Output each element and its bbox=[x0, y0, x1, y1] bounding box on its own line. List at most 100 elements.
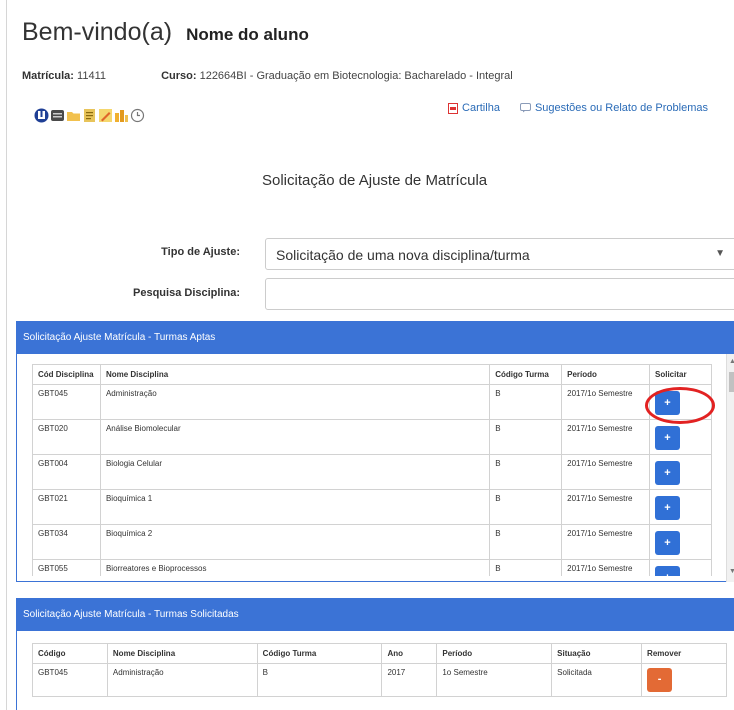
add-turma-button[interactable]: + bbox=[655, 566, 681, 576]
add-turma-button[interactable]: + bbox=[655, 531, 681, 555]
col-solicitar: Solicitar bbox=[649, 364, 712, 385]
col-periodo: Período bbox=[436, 643, 553, 664]
cell-codigo: GBT045 bbox=[32, 663, 108, 697]
highlight-annotation bbox=[645, 387, 715, 424]
table-row: GBT020 Análise Biomolecular B 2017/1o Semes… bbox=[32, 419, 712, 455]
cell-nome: Análise Biomolecular bbox=[99, 419, 491, 455]
student-info: Matrícula: 11411 Curso: 122664BI - Gradu… bbox=[22, 70, 513, 82]
page-title: Solicitação de Ajuste de Matrícula bbox=[262, 172, 488, 189]
sugestoes-link[interactable]: Sugestões ou Relato de Problemas bbox=[519, 102, 708, 114]
cell-solicitar: + bbox=[649, 559, 712, 576]
tipo-ajuste-label: Tipo de Ajuste: bbox=[161, 246, 240, 258]
col-cod: Cód Disciplina bbox=[32, 364, 101, 385]
cell-cod: GBT055 bbox=[32, 559, 101, 576]
remove-turma-button[interactable]: - bbox=[647, 668, 673, 692]
table-row: GBT021 Bioquímica 1 B 2017/1o Semestre + bbox=[32, 489, 712, 525]
curso-label: Curso: bbox=[161, 70, 197, 82]
cell-turma: B bbox=[489, 384, 563, 420]
clock-icon[interactable] bbox=[130, 108, 145, 123]
cell-nome: Administração bbox=[99, 384, 491, 420]
scroll-down-icon[interactable]: ▼ bbox=[729, 568, 734, 575]
cell-solicitar: + bbox=[649, 524, 712, 560]
turmas-solicitadas-panel: Solicitação Ajuste Matrícula - Turmas So… bbox=[16, 598, 734, 710]
document-icon[interactable] bbox=[82, 108, 97, 123]
cell-nome: Bioquímica 1 bbox=[99, 489, 491, 525]
left-border bbox=[6, 0, 7, 710]
col-turma: Código Turma bbox=[489, 364, 563, 385]
cell-cod: GBT021 bbox=[32, 489, 101, 525]
mail-icon[interactable] bbox=[50, 108, 65, 123]
cell-turma: B bbox=[489, 559, 563, 576]
turmas-aptas-table: Cód Disciplina Nome Disciplina Código Tu… bbox=[32, 364, 712, 576]
col-ano: Ano bbox=[381, 643, 438, 664]
col-turma: Código Turma bbox=[256, 643, 383, 664]
col-nome: Nome Disciplina bbox=[99, 364, 491, 385]
add-turma-button[interactable]: + bbox=[655, 426, 681, 450]
chevron-down-icon: ▼ bbox=[715, 248, 725, 259]
page-header: Bem-vindo(a) Nome do aluno bbox=[22, 18, 309, 47]
col-situacao: Situação bbox=[551, 643, 643, 664]
cell-periodo: 2017/1o Semestre bbox=[561, 559, 651, 576]
student-name: Nome do aluno bbox=[186, 25, 309, 44]
turmas-aptas-panel: Solicitação Ajuste Matrícula - Turmas Ap… bbox=[16, 321, 734, 582]
col-codigo: Código bbox=[32, 643, 108, 664]
cell-periodo: 2017/1o Semestre bbox=[561, 419, 651, 455]
add-turma-button[interactable]: + bbox=[655, 496, 681, 520]
cell-nome: Biorreatores e Bioprocessos bbox=[99, 559, 491, 576]
cell-periodo: 2017/1o Semestre bbox=[561, 384, 651, 420]
turmas-solicitadas-table-wrap: Código Nome Disciplina Código Turma Ano … bbox=[32, 643, 727, 697]
cell-turma: B bbox=[489, 419, 563, 455]
curso-value: 122664BI - Graduação em Biotecnologia: B… bbox=[199, 70, 513, 82]
cartilha-label: Cartilha bbox=[462, 102, 500, 114]
cell-solicitar: + bbox=[649, 419, 712, 455]
toolbar-icons bbox=[34, 108, 146, 123]
cell-turma: B bbox=[489, 489, 563, 525]
add-turma-button[interactable]: + bbox=[655, 461, 681, 485]
cell-periodo: 1o Semestre bbox=[436, 663, 553, 697]
cell-nome: Administração bbox=[106, 663, 258, 697]
scroll-thumb[interactable] bbox=[729, 372, 734, 392]
cell-situacao: Solicitada bbox=[551, 663, 643, 697]
cell-turma: B bbox=[489, 454, 563, 490]
scroll-up-icon[interactable]: ▲ bbox=[729, 358, 734, 365]
pesquisa-disciplina-input[interactable] bbox=[265, 278, 734, 310]
cell-cod: GBT004 bbox=[32, 454, 101, 490]
matricula-value: 11411 bbox=[77, 70, 106, 82]
top-links: Cartilha Sugestões ou Relato de Problema… bbox=[448, 102, 708, 114]
sugestoes-label: Sugestões ou Relato de Problemas bbox=[534, 102, 708, 114]
col-nome: Nome Disciplina bbox=[106, 643, 258, 664]
cell-nome: Bioquímica 2 bbox=[99, 524, 491, 560]
cell-solicitar: + bbox=[649, 489, 712, 525]
folder-icon[interactable] bbox=[66, 108, 81, 123]
cartilha-link[interactable]: Cartilha bbox=[448, 102, 500, 114]
pdf-icon bbox=[448, 102, 459, 114]
cell-periodo: 2017/1o Semestre bbox=[561, 454, 651, 490]
cell-periodo: 2017/1o Semestre bbox=[561, 489, 651, 525]
pencil-icon[interactable] bbox=[98, 108, 113, 123]
tipo-ajuste-select[interactable]: Solicitação de uma nova disciplina/turma… bbox=[265, 238, 734, 270]
table-row: GBT045 Administração B 2017 1o Semestre Solic… bbox=[32, 663, 727, 697]
cell-cod: GBT020 bbox=[32, 419, 101, 455]
col-periodo: Período bbox=[561, 364, 651, 385]
cell-turma: B bbox=[256, 663, 383, 697]
pesquisa-disciplina-label: Pesquisa Disciplina: bbox=[133, 287, 240, 299]
tipo-ajuste-value: Solicitação de uma nova disciplina/turma bbox=[276, 247, 530, 263]
aptas-scrollbar[interactable]: ▲ ▼ bbox=[726, 354, 734, 582]
turmas-aptas-table-wrap[interactable]: Cód Disciplina Nome Disciplina Código Tu… bbox=[32, 364, 712, 576]
table-row: GBT055 Biorreatores e Bioprocessos B 2017/1… bbox=[32, 559, 712, 576]
cell-nome: Biologia Celular bbox=[99, 454, 491, 490]
turmas-solicitadas-table: Código Nome Disciplina Código Turma Ano … bbox=[32, 643, 727, 697]
turmas-aptas-title: Solicitação Ajuste Matrícula - Turmas Ap… bbox=[17, 322, 734, 354]
cell-ano: 2017 bbox=[381, 663, 438, 697]
cell-remover: - bbox=[641, 663, 727, 697]
chart-icon[interactable] bbox=[114, 108, 129, 123]
unb-logo-icon[interactable] bbox=[34, 108, 49, 123]
table-row: GBT004 Biologia Celular B 2017/1o Semestre + bbox=[32, 454, 712, 490]
matricula-label: Matrícula: bbox=[22, 70, 74, 82]
welcome-text: Bem-vindo(a) bbox=[22, 18, 173, 46]
cell-periodo: 2017/1o Semestre bbox=[561, 524, 651, 560]
comment-icon bbox=[519, 103, 531, 113]
cell-turma: B bbox=[489, 524, 563, 560]
turmas-solicitadas-title: Solicitação Ajuste Matrícula - Turmas So… bbox=[17, 599, 734, 631]
table-row: GBT034 Bioquímica 2 B 2017/1o Semestre + bbox=[32, 524, 712, 560]
